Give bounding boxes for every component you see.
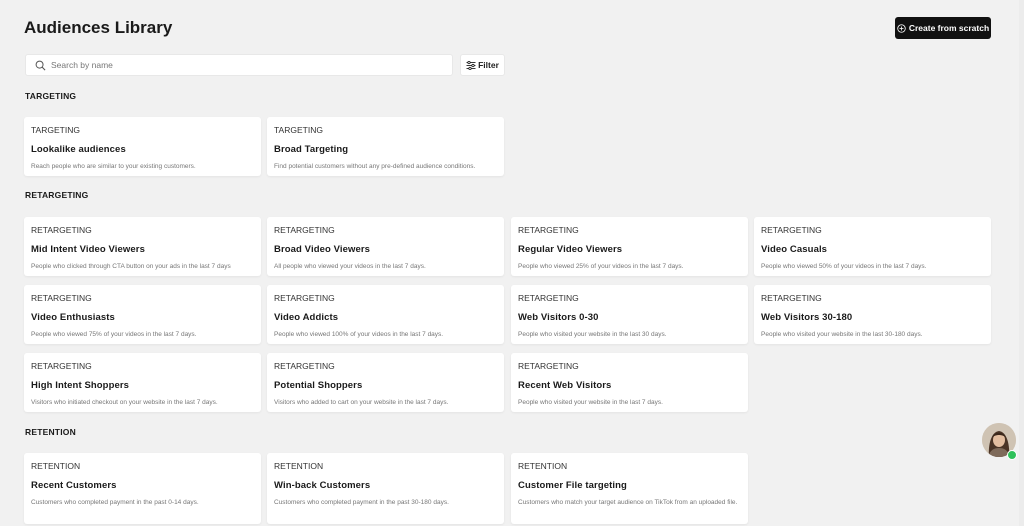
section-heading-retention: RETENTION — [25, 427, 76, 437]
audience-card-recent-customers[interactable]: RETENTION Recent Customers Customers who… — [24, 453, 261, 524]
card-description: People who clicked through CTA button on… — [31, 263, 231, 270]
filter-label: Filter — [478, 60, 499, 70]
card-category: RETARGETING — [518, 293, 579, 303]
card-title: Regular Video Viewers — [518, 244, 623, 255]
card-title: High Intent Shoppers — [31, 380, 130, 391]
card-description: Customers who completed payment in the p… — [31, 499, 199, 506]
audience-card-video-casuals[interactable]: RETARGETING Video Casuals People who vie… — [754, 217, 991, 276]
audience-card-win-back-customers[interactable]: RETENTION Win-back Customers Customers w… — [267, 453, 504, 524]
search-icon — [35, 60, 46, 70]
card-category: RETARGETING — [518, 361, 579, 371]
audience-card-regular-video-viewers[interactable]: RETARGETING Regular Video Viewers People… — [511, 217, 748, 276]
audience-card-video-addicts[interactable]: RETARGETING Video Addicts People who vie… — [267, 285, 504, 344]
audience-card-lookalike[interactable]: TARGETING Lookalike audiences Reach peop… — [24, 117, 261, 176]
card-category: RETARGETING — [761, 225, 822, 235]
card-title: Recent Customers — [31, 480, 117, 491]
online-status-indicator — [1007, 450, 1017, 460]
audience-card-recent-web-visitors[interactable]: RETARGETING Recent Web Visitors People w… — [511, 353, 748, 412]
card-title: Video Enthusiasts — [31, 312, 115, 323]
card-category: RETARGETING — [31, 361, 92, 371]
audience-card-customer-file-targeting[interactable]: RETENTION Customer File targeting Custom… — [511, 453, 748, 524]
card-description: People who viewed 25% of your videos in … — [518, 263, 684, 270]
audience-card-potential-shoppers[interactable]: RETARGETING Potential Shoppers Visitors … — [267, 353, 504, 412]
audience-card-web-visitors-0-30[interactable]: RETARGETING Web Visitors 0-30 People who… — [511, 285, 748, 344]
card-title: Broad Video Viewers — [274, 244, 371, 255]
audience-card-broad-targeting[interactable]: TARGETING Broad Targeting Find potential… — [267, 117, 504, 176]
audience-card-high-intent-shoppers[interactable]: RETARGETING High Intent Shoppers Visitor… — [24, 353, 261, 412]
card-category: RETARGETING — [274, 225, 335, 235]
sliders-icon — [466, 60, 476, 70]
card-category: TARGETING — [274, 125, 323, 135]
section-heading-targeting: TARGETING — [25, 91, 77, 101]
card-title: Video Casuals — [761, 244, 828, 255]
card-category: RETENTION — [518, 461, 568, 471]
audience-card-web-visitors-30-180[interactable]: RETARGETING Web Visitors 30-180 People w… — [754, 285, 991, 344]
card-description: People who visited your website in the l… — [761, 331, 923, 338]
card-category: RETARGETING — [761, 293, 822, 303]
card-title: Mid Intent Video Viewers — [31, 244, 145, 255]
audience-card-mid-intent-video-viewers[interactable]: RETARGETING Mid Intent Video Viewers Peo… — [24, 217, 261, 276]
card-title: Win-back Customers — [274, 480, 371, 491]
plus-circle-icon — [897, 23, 906, 33]
card-category: TARGETING — [31, 125, 80, 135]
search-bar[interactable] — [25, 54, 453, 76]
card-category: RETARGETING — [274, 293, 335, 303]
card-description: Visitors who added to cart on your websi… — [274, 399, 449, 406]
card-description: People who viewed 100% of your videos in… — [274, 331, 444, 338]
card-title: Broad Targeting — [274, 144, 349, 155]
search-input[interactable] — [51, 56, 452, 74]
card-title: Recent Web Visitors — [518, 380, 612, 391]
audience-card-video-enthusiasts[interactable]: RETARGETING Video Enthusiasts People who… — [24, 285, 261, 344]
card-category: RETARGETING — [274, 361, 335, 371]
card-description: People who visited your website in the l… — [518, 331, 667, 338]
card-category: RETARGETING — [518, 225, 579, 235]
page-scrollbar[interactable] — [1019, 0, 1024, 526]
card-description: People who viewed 75% of your videos in … — [31, 331, 197, 338]
card-description: Visitors who initiated checkout on your … — [31, 399, 218, 406]
audience-card-broad-video-viewers[interactable]: RETARGETING Broad Video Viewers All peop… — [267, 217, 504, 276]
card-category: RETARGETING — [31, 293, 92, 303]
card-description: Customers who completed payment in the p… — [274, 499, 449, 506]
card-title: Video Addicts — [274, 312, 339, 323]
card-title: Lookalike audiences — [31, 144, 126, 155]
section-heading-retargeting: RETARGETING — [25, 190, 89, 200]
card-category: RETENTION — [274, 461, 324, 471]
create-from-scratch-label: Create from scratch — [908, 23, 990, 33]
card-title: Web Visitors 0-30 — [518, 312, 599, 323]
filter-button[interactable]: Filter — [460, 54, 505, 76]
create-from-scratch-button[interactable]: Create from scratch — [895, 17, 991, 39]
card-title: Customer File targeting — [518, 480, 627, 491]
card-description: Reach people who are similar to your exi… — [31, 163, 196, 170]
page-title: Audiences Library — [24, 18, 173, 37]
card-category: RETENTION — [31, 461, 81, 471]
card-description: People who viewed 50% of your videos in … — [761, 263, 927, 270]
card-description: Customers who match your target audience… — [518, 499, 738, 506]
card-category: RETARGETING — [31, 225, 92, 235]
card-description: Find potential customers without any pre… — [274, 163, 476, 170]
card-title: Potential Shoppers — [274, 380, 363, 391]
card-description: All people who viewed your videos in the… — [274, 263, 426, 270]
card-description: People who visited your website in the l… — [518, 399, 663, 406]
card-title: Web Visitors 30-180 — [761, 312, 853, 323]
